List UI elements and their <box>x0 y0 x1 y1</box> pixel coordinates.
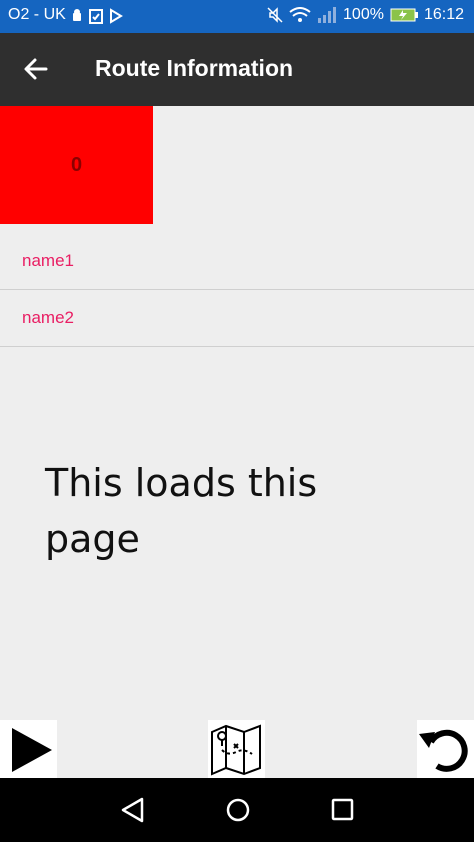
map-button[interactable] <box>208 720 265 778</box>
mute-icon <box>267 7 283 23</box>
signal-icon <box>318 7 337 23</box>
counter-value: 0 <box>70 153 83 176</box>
clipboard-check-icon <box>89 9 103 24</box>
undo-button[interactable] <box>417 720 474 778</box>
battery-charging-icon <box>390 8 418 22</box>
page-title: Route Information <box>95 55 294 81</box>
bottom-toolbar <box>0 720 474 778</box>
clock: 16:12 <box>423 6 464 23</box>
notification-icons <box>71 8 123 24</box>
recents-square-icon[interactable] <box>330 796 356 824</box>
home-circle-icon[interactable] <box>225 796 251 824</box>
play-button[interactable] <box>0 720 57 778</box>
map-icon <box>211 724 261 776</box>
play-icon <box>12 728 52 772</box>
play-store-icon <box>110 8 123 24</box>
list-item[interactable]: name1 <box>0 233 474 290</box>
name-list: name1 name2 <box>0 233 474 347</box>
android-icon <box>73 9 81 21</box>
carrier-label: O2 - UK <box>8 6 66 23</box>
status-right: 100% 16:12 <box>267 6 464 24</box>
undo-icon <box>419 729 468 772</box>
back-arrow-icon[interactable] <box>22 55 50 83</box>
status-bar: O2 - UK 100% 16:12 <box>0 0 474 33</box>
message-text: This loads this page <box>45 461 318 561</box>
system-nav-bar <box>0 778 474 842</box>
wifi-icon <box>289 7 311 22</box>
back-triangle-icon[interactable] <box>120 796 146 824</box>
battery-percent: 100% <box>343 6 384 23</box>
counter-box: 0 <box>0 106 153 224</box>
app-bar: Route Information <box>0 33 474 106</box>
list-item[interactable]: name2 <box>0 290 474 347</box>
